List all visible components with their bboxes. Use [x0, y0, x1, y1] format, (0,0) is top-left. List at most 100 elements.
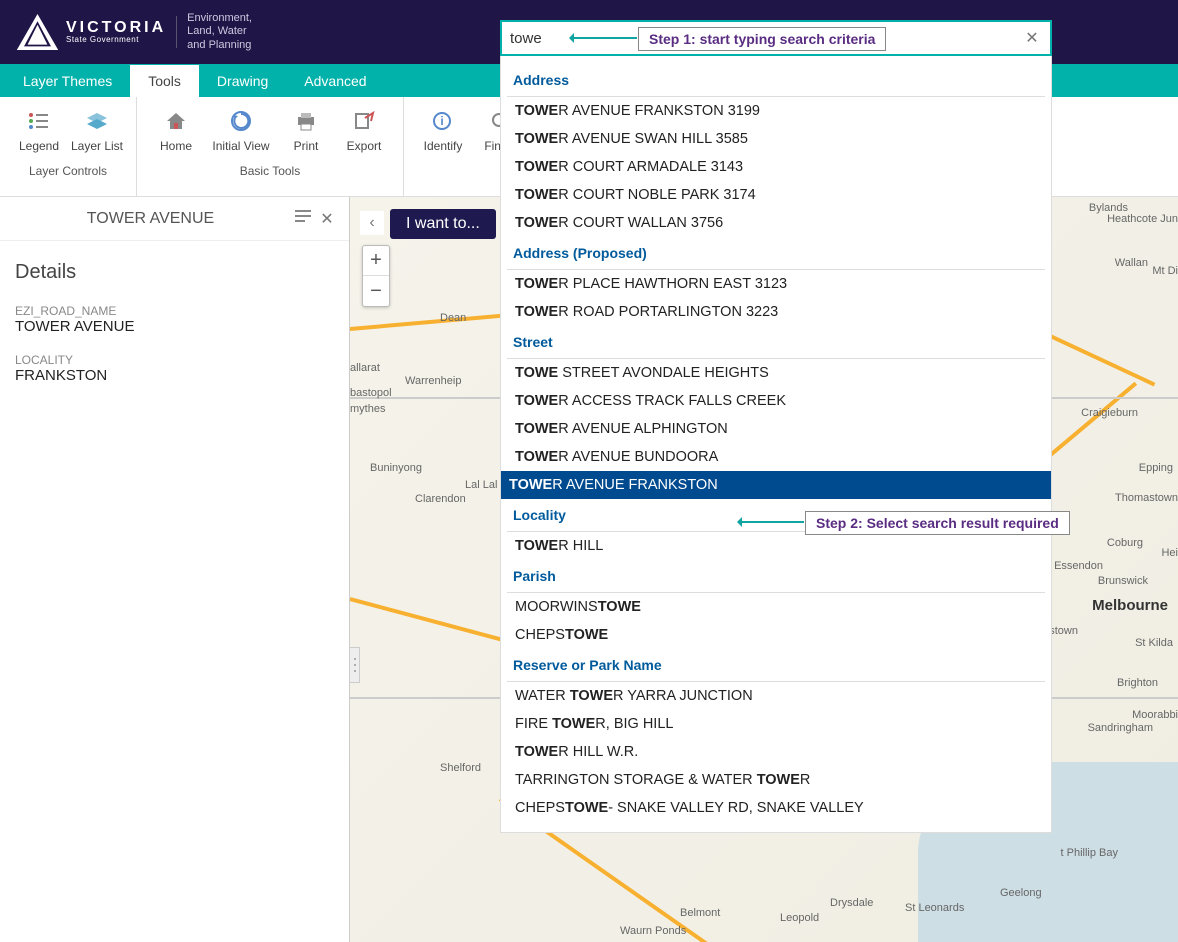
map-label: Dean	[440, 312, 466, 324]
field-value: TOWER AVENUE	[15, 318, 334, 335]
map-label: mythes	[350, 403, 385, 415]
map-label: Clarendon	[415, 493, 466, 505]
suggestion-category: Street	[507, 326, 1045, 359]
sidebar-body: Details EZI_ROAD_NAME TOWER AVENUE LOCAL…	[0, 241, 349, 422]
map-label: Heathcote Jun	[1107, 213, 1178, 225]
map-label: Lal Lal	[465, 479, 497, 491]
menu-icon[interactable]	[291, 209, 315, 228]
i-want-to-button[interactable]: I want to...	[390, 209, 496, 239]
map-label: Coburg	[1107, 537, 1143, 549]
list-icon	[28, 107, 50, 135]
export-icon	[353, 107, 375, 135]
sidebar-title-bar: TOWER AVENUE ✕	[0, 197, 349, 241]
print-button[interactable]: Print	[277, 102, 335, 158]
suggestion-item[interactable]: TOWER ROAD PORTARLINGTON 3223	[507, 298, 1045, 326]
legend-button[interactable]: Legend	[10, 102, 68, 158]
tool-group-layer-controls: Legend Layer List Layer Controls	[0, 97, 137, 196]
suggestion-item[interactable]: FIRE TOWER, BIG HILL	[507, 710, 1045, 738]
logo-sub: State Government	[66, 36, 166, 44]
map-label-melbourne: Melbourne	[1092, 597, 1168, 614]
map-label: Craigieburn	[1081, 407, 1138, 419]
map-label: Sandringham	[1088, 722, 1153, 734]
close-sidebar-button[interactable]: ✕	[315, 209, 339, 229]
details-heading: Details	[15, 261, 334, 284]
group-label-layer-controls: Layer Controls	[29, 158, 107, 182]
tab-advanced[interactable]: Advanced	[286, 65, 384, 97]
logo-text: VICTORIA State Government	[66, 20, 166, 44]
field-value: FRANKSTON	[15, 367, 334, 384]
layers-icon	[85, 107, 109, 135]
map-label: allarat	[350, 362, 380, 374]
annotation-arrow-1	[572, 37, 637, 39]
suggestion-category: Address (Proposed)	[507, 237, 1045, 270]
layer-list-button[interactable]: Layer List	[68, 102, 126, 158]
suggestion-item[interactable]: TOWER COURT ARMADALE 3143	[507, 153, 1045, 181]
initial-view-button[interactable]: Initial View	[205, 102, 277, 158]
suggestion-category: Parish	[507, 560, 1045, 593]
logo-divider	[176, 16, 177, 48]
map-label: Drysdale	[830, 897, 873, 909]
map-label: Mt Di	[1152, 265, 1178, 277]
suggestion-item[interactable]: WATER TOWER YARRA JUNCTION	[507, 682, 1045, 710]
map-label: Belmont	[680, 907, 720, 919]
home-button[interactable]: Home	[147, 102, 205, 158]
map-label: Thomastown	[1115, 492, 1178, 504]
suggestion-item[interactable]: TOWER HILL	[507, 532, 1045, 560]
search-container: ✕ Address TOWER AVENUE FRANKSTON 3199 TO…	[500, 20, 1052, 833]
print-icon	[295, 107, 317, 135]
field-ezi-road-name: EZI_ROAD_NAME TOWER AVENUE	[15, 304, 334, 335]
map-label: Hei	[1161, 547, 1178, 559]
zoom-out-button[interactable]: −	[363, 276, 389, 306]
map-label: Brighton	[1117, 677, 1158, 689]
annotation-step2: Step 2: Select search result required	[805, 511, 1070, 535]
zoom-in-button[interactable]: +	[363, 246, 389, 276]
field-locality: LOCALITY FRANKSTON	[15, 353, 334, 384]
logo-triangle-icon	[15, 12, 60, 52]
suggestion-item[interactable]: CHEPSTOWE- SNAKE VALLEY RD, SNAKE VALLEY	[507, 794, 1045, 822]
suggestion-item[interactable]: MOORWINSTOWE	[507, 593, 1045, 621]
suggestion-item[interactable]: TOWER HILL W.R.	[507, 738, 1045, 766]
svg-text:i: i	[440, 114, 443, 128]
suggestion-item[interactable]: TOWER COURT NOBLE PARK 3174	[507, 181, 1045, 209]
sidebar-title: TOWER AVENUE	[10, 210, 291, 228]
suggestion-item[interactable]: TOWER AVENUE BUNDOORA	[507, 443, 1045, 471]
map-label: Shelford	[440, 762, 481, 774]
suggestion-item[interactable]: TOWER COURT WALLAN 3756	[507, 209, 1045, 237]
map-label: Geelong	[1000, 887, 1042, 899]
annotation-step1: Step 1: start typing search criteria	[638, 27, 886, 51]
map-label: St Kilda	[1135, 637, 1173, 649]
map-label: Leopold	[780, 912, 819, 924]
map-label: Buninyong	[370, 462, 422, 474]
suggestion-category: Reserve or Park Name	[507, 649, 1045, 682]
field-label: EZI_ROAD_NAME	[15, 304, 334, 318]
resize-handle[interactable]	[350, 647, 360, 683]
suggestion-item[interactable]: TOWE STREET AVONDALE HEIGHTS	[507, 359, 1045, 387]
collapse-sidebar-button[interactable]: ‹	[360, 211, 384, 235]
suggestion-item[interactable]: TOWER AVENUE FRANKSTON 3199	[507, 97, 1045, 125]
export-button[interactable]: Export	[335, 102, 393, 158]
map-label: Brunswick	[1098, 575, 1148, 587]
tab-tools[interactable]: Tools	[130, 65, 199, 97]
info-icon: i	[432, 107, 454, 135]
tab-layer-themes[interactable]: Layer Themes	[5, 65, 130, 97]
suggestion-item[interactable]: TOWER ACCESS TRACK FALLS CREEK	[507, 387, 1045, 415]
suggestion-item[interactable]: TOWER AVENUE SWAN HILL 3585	[507, 125, 1045, 153]
map-label: Epping	[1139, 462, 1173, 474]
victoria-logo: VICTORIA State Government Environment, L…	[15, 12, 252, 52]
suggestion-item[interactable]: TOWER AVENUE ALPHINGTON	[507, 415, 1045, 443]
identify-button[interactable]: i Identify	[414, 102, 472, 158]
field-label: LOCALITY	[15, 353, 334, 367]
map-label: t Phillip Bay	[1061, 847, 1118, 859]
suggestion-item[interactable]: TOWER PLACE HAWTHORN EAST 3123	[507, 270, 1045, 298]
clear-search-button[interactable]: ✕	[1022, 28, 1042, 48]
map-label: Waurn Ponds	[620, 925, 686, 937]
group-label-basic-tools: Basic Tools	[240, 158, 300, 182]
details-sidebar: TOWER AVENUE ✕ Details EZI_ROAD_NAME TOW…	[0, 197, 350, 942]
suggestion-item[interactable]: CHEPSTOWE	[507, 621, 1045, 649]
dept-text: Environment, Land, Water and Planning	[187, 12, 252, 52]
tab-drawing[interactable]: Drawing	[199, 65, 286, 97]
suggestion-item-selected[interactable]: TOWER AVENUE FRANKSTON	[501, 471, 1051, 499]
refresh-icon	[230, 107, 252, 135]
zoom-control: + −	[362, 245, 390, 307]
suggestion-item[interactable]: TARRINGTON STORAGE & WATER TOWER	[507, 766, 1045, 794]
